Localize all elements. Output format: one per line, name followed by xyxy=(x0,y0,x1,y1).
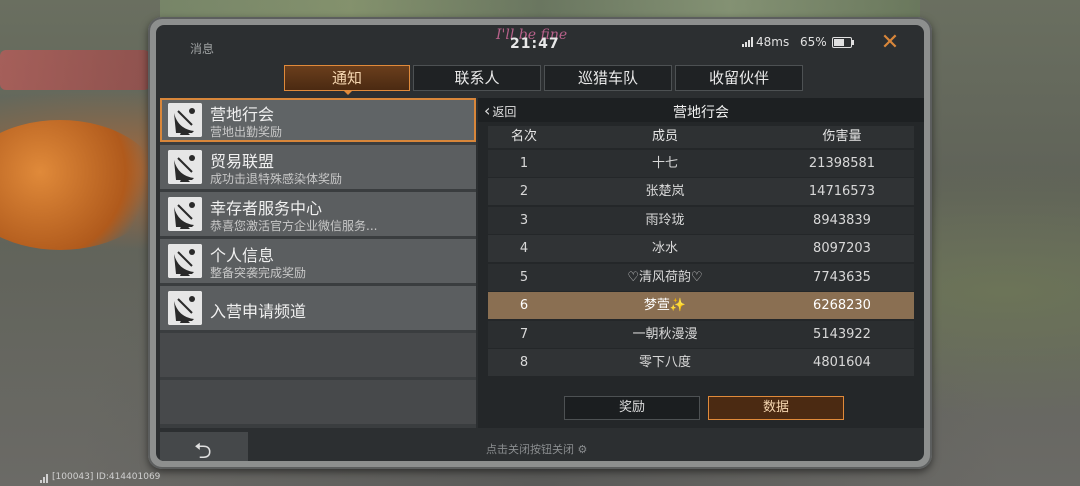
damage-cell: 7743635 xyxy=(813,269,871,285)
phone-frame: 消息 I'll be fine 21:47 48ms 65% ✕ 通知 联系人 … xyxy=(148,17,932,469)
background-scenery-left xyxy=(0,50,150,90)
detail-header: ‹ 返回 营地行会 xyxy=(478,98,924,122)
return-arrow-icon: ⮌ xyxy=(194,439,212,461)
signal-icon xyxy=(742,37,753,47)
message-title: 个人信息 xyxy=(210,246,275,265)
detail-buttons: 奖励 数据 xyxy=(564,396,844,420)
ranking-table: 名次 成员 伤害量 1 十七 21398581 2 张楚岚 14716573 3 雨玲珑 894… xyxy=(488,126,914,376)
table-row: 6 梦萱✨ 6268230 xyxy=(488,292,914,319)
screen-title: 消息 xyxy=(190,42,215,56)
damage-cell: 6268230 xyxy=(813,298,871,313)
damage-cell: 8097203 xyxy=(813,241,871,256)
member-cell: 张楚岚 xyxy=(645,184,685,199)
message-subtitle: 整备突袭完成奖励 xyxy=(210,266,307,280)
list-item[interactable]: 幸存者服务中心 恭喜您激活官方企业微信服务... xyxy=(160,192,476,236)
footer-signal-icon xyxy=(40,474,48,483)
empty-slot xyxy=(160,333,476,377)
member-cell: 雨玲珑 xyxy=(645,212,685,228)
rank-cell: 2 xyxy=(519,184,529,199)
ping-value: 48ms xyxy=(756,35,790,49)
satellite-dish-icon xyxy=(168,150,202,184)
tab-contacts[interactable]: 联系人 xyxy=(413,65,541,91)
damage-cell: 8943839 xyxy=(813,212,871,228)
table-row: 5 ♡清风荷韵♡ 7743635 xyxy=(488,263,914,291)
rank-cell: 6 xyxy=(519,298,529,313)
member-cell: 十七 xyxy=(651,155,678,171)
tab-hunting-convoy[interactable]: 巡猎车队 xyxy=(544,65,672,91)
detail-panel: ‹ 返回 营地行会 名次 成员 伤害量 1 十七 21398581 2 张楚岚 147165… xyxy=(478,98,924,428)
rank-cell: 7 xyxy=(519,326,529,342)
server-id: [100043] ID:414401069 xyxy=(52,472,161,482)
table-row: 4 冰水 8097203 xyxy=(488,235,914,262)
detail-title: 营地行会 xyxy=(673,105,729,121)
table-row: 8 零下八度 4801604 xyxy=(488,349,914,376)
message-subtitle: 恭喜您激活官方企业微信服务... xyxy=(210,219,378,233)
empty-slot xyxy=(160,380,476,424)
message-subtitle: 营地出勤奖励 xyxy=(210,125,283,139)
message-title: 营地行会 xyxy=(210,105,275,124)
close-button[interactable]: ✕ xyxy=(876,29,904,57)
back-button[interactable]: ⮌ xyxy=(160,432,248,461)
message-title: 幸存者服务中心 xyxy=(210,199,323,218)
member-cell: 梦萱✨ xyxy=(643,298,687,313)
reward-button[interactable]: 奖励 xyxy=(564,396,700,420)
table-row: 3 雨玲珑 8943839 xyxy=(488,206,914,234)
tab-bar: 通知 联系人 巡猎车队 收留伙伴 xyxy=(284,65,803,95)
damage-cell: 4801604 xyxy=(813,355,871,370)
damage-cell: 14716573 xyxy=(808,184,876,199)
battery-percent: 65% xyxy=(800,35,827,49)
status-bar: 消息 I'll be fine 21:47 48ms 65% ✕ xyxy=(156,25,924,61)
damage-cell: 21398581 xyxy=(808,155,876,171)
tab-sheltered-companions[interactable]: 收留伙伴 xyxy=(675,65,803,91)
list-item[interactable]: 个人信息 整备突袭完成奖励 xyxy=(160,239,476,283)
message-list: 营地行会 营地出勤奖励 贸易联盟 成功击退特殊感染体奖励 幸存者服务中心 恭喜您… xyxy=(160,98,476,428)
satellite-dish-icon xyxy=(168,103,202,137)
battery-icon xyxy=(832,37,854,48)
col-rank: 名次 xyxy=(510,129,537,144)
table-row: 7 一朝秋漫漫 5143922 xyxy=(488,320,914,348)
list-item[interactable]: 入营申请频道 xyxy=(160,286,476,330)
member-cell: 零下八度 xyxy=(638,355,691,370)
message-screen: 消息 I'll be fine 21:47 48ms 65% ✕ 通知 联系人 … xyxy=(156,25,924,461)
col-member: 成员 xyxy=(651,129,678,144)
close-hint: 点击关闭按钮关闭 ⚙ xyxy=(486,443,588,456)
message-title: 入营申请频道 xyxy=(210,302,307,321)
rank-cell: 3 xyxy=(519,212,529,228)
member-cell: 一朝秋漫漫 xyxy=(632,326,698,342)
rank-cell: 5 xyxy=(519,269,529,285)
satellite-dish-icon xyxy=(168,197,202,231)
table-row: 2 张楚岚 14716573 xyxy=(488,178,914,205)
rank-cell: 8 xyxy=(519,355,529,370)
message-subtitle: 成功击退特殊感染体奖励 xyxy=(210,172,343,186)
list-item[interactable]: 贸易联盟 成功击退特殊感染体奖励 xyxy=(160,145,476,189)
damage-cell: 5143922 xyxy=(813,326,871,342)
satellite-dish-icon xyxy=(168,244,202,278)
member-cell: 冰水 xyxy=(651,241,678,256)
rank-cell: 4 xyxy=(519,241,529,256)
background-lamp xyxy=(0,120,160,250)
tab-notifications[interactable]: 通知 xyxy=(284,65,410,95)
col-damage: 伤害量 xyxy=(822,129,862,144)
member-cell: ♡清风荷韵♡ xyxy=(627,269,703,285)
clock: 21:47 xyxy=(510,36,560,52)
message-title: 贸易联盟 xyxy=(210,152,275,171)
list-item[interactable]: 营地行会 营地出勤奖励 xyxy=(160,98,476,142)
satellite-dish-icon xyxy=(168,291,202,325)
data-button[interactable]: 数据 xyxy=(708,396,844,420)
table-header: 名次 成员 伤害量 xyxy=(488,126,914,148)
table-row: 1 十七 21398581 xyxy=(488,149,914,177)
rank-cell: 1 xyxy=(519,155,529,171)
